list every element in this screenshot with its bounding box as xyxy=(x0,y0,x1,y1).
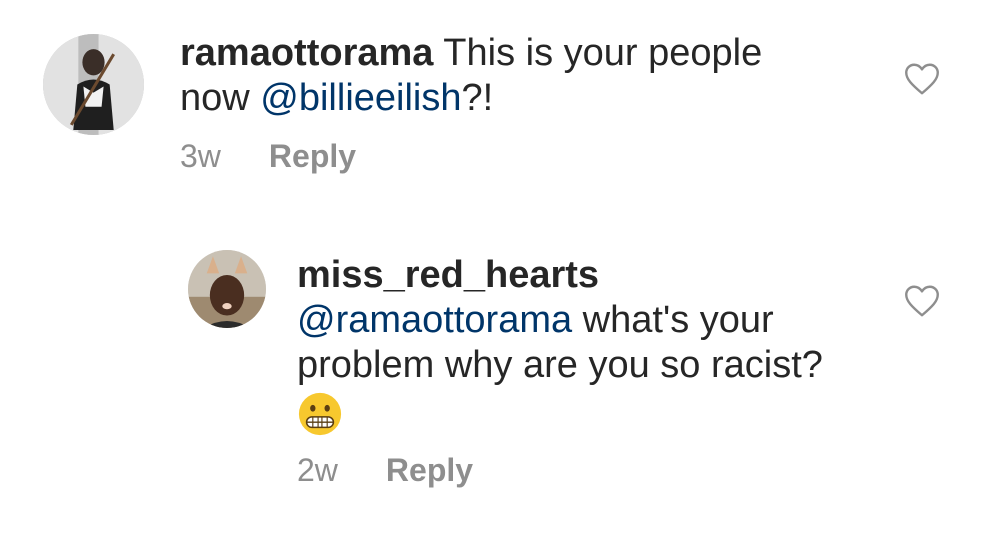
grimacing-face-icon xyxy=(298,392,342,436)
timestamp: 3w xyxy=(180,138,221,174)
avatar[interactable] xyxy=(43,34,144,135)
avatar[interactable] xyxy=(188,250,266,328)
username[interactable]: ramaottorama xyxy=(180,32,433,74)
reply-button[interactable]: Reply xyxy=(386,452,473,489)
username[interactable]: miss_red_hearts xyxy=(297,253,857,298)
avatar-photo-icon xyxy=(43,34,144,135)
comment-2: miss_red_hearts @ramaottorama what's you… xyxy=(0,230,1000,530)
comment-body: ramaottorama This is your people now @bi… xyxy=(180,31,770,121)
comment-1: ramaottorama This is your people now @bi… xyxy=(0,0,1000,200)
reply-button[interactable]: Reply xyxy=(269,138,356,175)
heart-outline-icon[interactable] xyxy=(904,62,940,96)
mention-link[interactable]: @ramaottorama xyxy=(297,299,572,341)
mention-link[interactable]: @billieeilish xyxy=(260,77,461,119)
comment-meta: 3w Reply xyxy=(180,138,356,175)
avatar-photo-icon xyxy=(188,250,266,328)
heart-outline-icon[interactable] xyxy=(904,284,940,318)
comment-text-end: ?! xyxy=(461,77,494,119)
timestamp: 2w xyxy=(297,452,338,488)
comment-body: miss_red_hearts @ramaottorama what's you… xyxy=(297,253,857,437)
comment-meta: 2w Reply xyxy=(297,452,473,489)
comment-text: @ramaottorama what's your problem why ar… xyxy=(297,298,857,388)
